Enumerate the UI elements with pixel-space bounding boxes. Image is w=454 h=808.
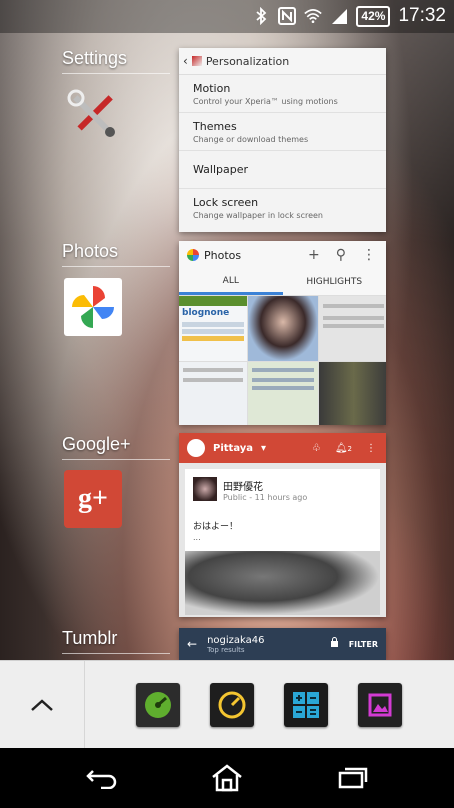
account-name[interactable]: Pittaya — [213, 443, 253, 454]
photo-editor-app-icon[interactable] — [358, 683, 402, 727]
photos-grid: blognone — [179, 296, 386, 425]
photos-small-icon — [187, 249, 199, 261]
app-dock — [0, 660, 454, 749]
divider — [62, 73, 170, 74]
battery-indicator: 42% — [356, 5, 391, 27]
settings-item-title: Wallpaper — [193, 163, 249, 176]
photos-title: Photos — [204, 248, 242, 262]
settings-item-motion[interactable]: Motion Control your Xperia™ using motion… — [179, 75, 386, 113]
post-text: おはよー！ — [193, 522, 239, 532]
tumblr-search-title: nogizaka46 — [207, 634, 265, 646]
recent-app-label-googleplus: Google+ — [62, 434, 131, 454]
divider — [62, 653, 170, 654]
photo-thumb[interactable] — [179, 362, 247, 425]
status-bar: 42% 17:32 — [0, 0, 454, 33]
chevron-up-icon — [31, 699, 53, 711]
overflow-menu-icon[interactable]: ⋮ — [362, 247, 376, 263]
settings-item-title: Lock screen — [193, 196, 259, 209]
tab-highlights[interactable]: HIGHLIGHTS — [283, 269, 387, 295]
settings-title: Personalization — [205, 54, 290, 68]
post-meta: Public - 11 hours ago — [223, 493, 308, 502]
expand-button[interactable] — [0, 661, 85, 749]
overflow-menu-icon[interactable]: ⋮ — [366, 443, 376, 454]
recent-card-photos[interactable]: Photos + ⚲ ⋮ ALL HIGHLIGHTS blognone — [179, 241, 386, 425]
googleplus-header: Pittaya ▾ ♧ 🔔︎2 ⋮ — [179, 433, 386, 463]
calculator-app-icon[interactable] — [284, 683, 328, 727]
recent-apps-button[interactable] — [333, 762, 373, 794]
settings-item-lockscreen[interactable]: Lock screen Change wallpaper in lock scr… — [179, 189, 386, 226]
recent-apps-icon — [338, 767, 368, 789]
settings-item-subtitle: Change or download themes — [193, 135, 309, 144]
settings-tools-icon[interactable] — [64, 86, 122, 144]
add-icon[interactable]: + — [308, 247, 320, 263]
wifi-icon — [304, 6, 323, 26]
photos-header: Photos + ⚲ ⋮ — [179, 241, 386, 269]
settings-header: ‹ Personalization — [179, 48, 386, 75]
avatar[interactable] — [193, 477, 217, 501]
post-author[interactable]: 田野優花 — [223, 478, 307, 493]
home-icon — [212, 764, 242, 792]
recent-card-tumblr[interactable]: ← nogizaka46 Top results FILTER — [179, 628, 386, 660]
settings-item-wallpaper[interactable]: Wallpaper — [179, 151, 386, 189]
thumb-text: blognone — [182, 308, 230, 318]
settings-item-title: Motion — [193, 82, 231, 95]
settings-item-themes[interactable]: Themes Change or download themes — [179, 113, 386, 151]
signal-icon — [330, 6, 348, 26]
bluetooth-icon — [252, 6, 270, 26]
settings-item-subtitle: Control your Xperia™ using motions — [193, 97, 338, 106]
tab-all[interactable]: ALL — [179, 269, 283, 295]
speedometer-app-icon[interactable] — [136, 683, 180, 727]
google-plus-icon[interactable]: g+ — [64, 470, 122, 528]
recent-card-googleplus[interactable]: Pittaya ▾ ♧ 🔔︎2 ⋮ 田野優花 Public - 11 hours… — [179, 433, 386, 617]
tumblr-header: ← nogizaka46 Top results FILTER — [179, 628, 386, 660]
settings-item-subtitle: Change wallpaper in lock screen — [193, 211, 323, 220]
compass-app-icon[interactable] — [210, 683, 254, 727]
photo-thumb[interactable] — [248, 296, 318, 361]
clock: 17:32 — [398, 5, 446, 26]
notification-bell-icon[interactable]: 🔔︎2 — [335, 443, 352, 454]
navigation-bar — [0, 748, 454, 808]
circles-icon[interactable]: ♧ — [312, 443, 321, 454]
tumblr-search-subtitle: Top results — [207, 645, 245, 654]
post-card[interactable]: 田野優花 Public - 11 hours ago おはよー！ ... — [185, 469, 380, 615]
photos-pinwheel-icon[interactable] — [64, 278, 122, 336]
recent-app-label-tumblr: Tumblr — [62, 628, 118, 648]
lock-icon — [330, 637, 339, 651]
photo-thumb[interactable] — [319, 296, 386, 361]
home-button[interactable] — [207, 762, 247, 794]
divider — [62, 266, 170, 267]
divider — [62, 459, 170, 460]
recent-app-label-photos: Photos — [62, 241, 119, 261]
post-more: ... — [193, 533, 201, 542]
filter-button[interactable]: FILTER — [349, 640, 378, 649]
avatar[interactable] — [187, 439, 205, 457]
recent-app-label-settings: Settings — [62, 48, 128, 68]
nfc-icon — [278, 6, 297, 26]
back-icon — [86, 770, 117, 789]
search-icon[interactable]: ⚲ — [336, 247, 346, 263]
photos-tabs: ALL HIGHLIGHTS — [179, 269, 386, 296]
chevron-down-icon[interactable]: ▾ — [261, 443, 266, 454]
back-button[interactable] — [82, 762, 122, 794]
notification-count: 2 — [347, 444, 352, 453]
photo-thumb[interactable] — [319, 362, 386, 425]
recent-card-settings[interactable]: ‹ Personalization Motion Control your Xp… — [179, 48, 386, 232]
post-photo[interactable] — [185, 551, 380, 615]
photo-thumb[interactable] — [248, 362, 318, 425]
back-arrow-icon[interactable]: ← — [187, 637, 197, 651]
personalization-icon — [191, 56, 202, 66]
settings-item-title: Themes — [193, 120, 237, 133]
photo-thumb[interactable]: blognone — [179, 296, 247, 361]
chevron-left-icon[interactable]: ‹ — [183, 54, 188, 68]
